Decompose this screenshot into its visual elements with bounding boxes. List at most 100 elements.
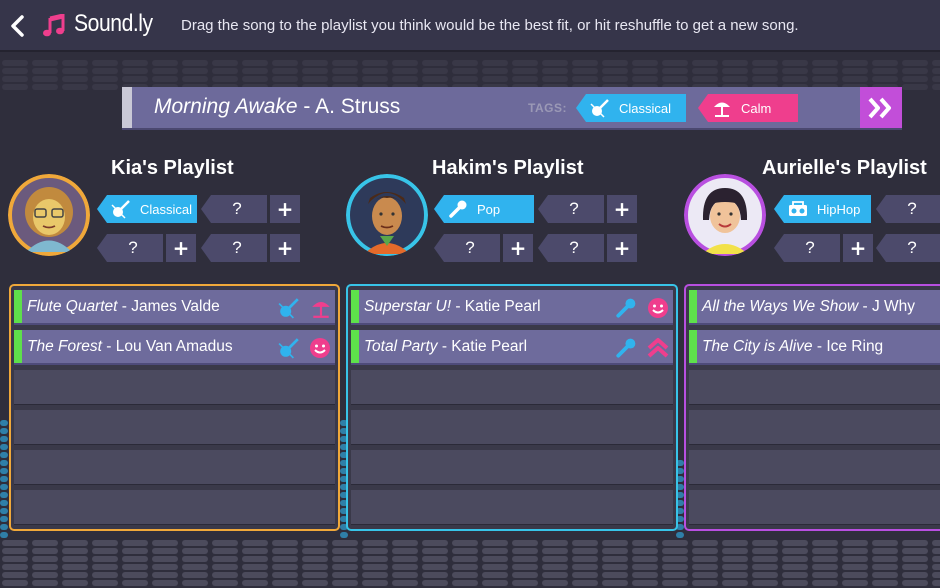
empty-song-slot[interactable] [351, 490, 673, 525]
equalizer-bar [422, 68, 448, 74]
empty-tag-slot[interactable]: ? [876, 195, 940, 223]
empty-song-slot[interactable] [14, 490, 335, 525]
empty-song-slot[interactable] [351, 370, 673, 405]
add-tag-button[interactable]: + [166, 234, 196, 262]
playlist-song-row[interactable]: All the Ways We Show - J Why [689, 290, 940, 325]
equalizer-bar [602, 540, 628, 546]
equalizer-bar [272, 60, 298, 66]
empty-song-slot[interactable] [14, 410, 335, 445]
empty-song-slot[interactable] [14, 370, 335, 405]
beach-umbrella-icon [714, 102, 730, 117]
equalizer-bar [722, 556, 748, 562]
empty-tag-slot[interactable]: ? + [538, 195, 637, 223]
equalizer-bar [332, 556, 358, 562]
empty-song-slot[interactable] [14, 450, 335, 485]
song-row-bar [14, 290, 22, 323]
empty-tag-slot[interactable]: ? + [97, 234, 196, 262]
playlist-song-row[interactable]: Superstar U! - Katie Pearl [351, 290, 673, 325]
equalizer-bar [872, 540, 898, 546]
add-tag-button[interactable]: + [270, 195, 300, 223]
equalizer-bar [152, 564, 178, 570]
reshuffle-button[interactable] [860, 87, 902, 128]
equalizer-bar [872, 556, 898, 562]
equalizer-bar [902, 76, 928, 82]
empty-song-slot[interactable] [351, 410, 673, 445]
equalizer-bar [32, 68, 58, 74]
empty-song-slot[interactable] [351, 450, 673, 485]
empty-song-slot[interactable] [689, 490, 940, 525]
add-tag-button[interactable]: + [607, 234, 637, 262]
equalizer-bar [722, 68, 748, 74]
equalizer-bar [302, 556, 328, 562]
equalizer-bar [662, 60, 688, 66]
add-tag-button[interactable]: + [607, 195, 637, 223]
equalizer-bar [32, 84, 58, 90]
empty-song-slot[interactable] [689, 410, 940, 445]
equalizer-bar [32, 580, 58, 586]
playlist-kia[interactable]: Flute Quartet - James Valde The Forest -… [9, 284, 340, 531]
equalizer-bar [62, 84, 88, 90]
equalizer-bar [782, 580, 808, 586]
equalizer-bar [452, 556, 478, 562]
current-song-artist: - A. Struss [297, 95, 401, 118]
playlist-hakim[interactable]: Superstar U! - Katie Pearl Total Party -… [346, 284, 678, 531]
drag-handle[interactable] [122, 87, 132, 128]
equalizer-bar [812, 68, 838, 74]
equalizer-bar [272, 564, 298, 570]
equalizer-bar [902, 564, 928, 570]
playlist-song-row[interactable]: The Forest - Lou Van Amadus [14, 330, 335, 365]
playlist-song-row[interactable]: Total Party - Katie Pearl [351, 330, 673, 365]
playlist-song-row[interactable]: Flute Quartet - James Valde [14, 290, 335, 325]
equalizer-bar [512, 68, 538, 74]
equalizer-bar [812, 556, 838, 562]
equalizer-bar [0, 500, 8, 506]
equalizer-bar [0, 516, 8, 522]
playlist-tag-label: Classical [140, 201, 193, 217]
equalizer-bar [62, 548, 88, 554]
add-tag-button[interactable]: + [503, 234, 533, 262]
equalizer-bar [632, 556, 658, 562]
empty-tag-slot[interactable]: ? + [201, 195, 300, 223]
equalizer-bar [512, 60, 538, 66]
equalizer-bar [0, 492, 8, 498]
equalizer-bar [392, 572, 418, 578]
current-song-card[interactable]: Morning Awake - A. Struss TAGS: Classica… [122, 87, 902, 128]
empty-song-slot[interactable] [689, 450, 940, 485]
current-song-label: Morning Awake - A. Struss [154, 95, 400, 119]
equalizer-bar [182, 564, 208, 570]
add-tag-button[interactable]: + [843, 234, 873, 262]
equalizer-bar [332, 548, 358, 554]
equalizer-bar [632, 68, 658, 74]
equalizer-bar [362, 540, 388, 546]
equalizer-bar [512, 548, 538, 554]
back-arrow-icon[interactable] [8, 14, 28, 38]
song-row-artist: - James Valde [117, 298, 220, 315]
equalizer-bar [362, 556, 388, 562]
equalizer-bar [542, 580, 568, 586]
equalizer-bar [92, 556, 118, 562]
empty-tag-slot[interactable]: ? [876, 234, 940, 262]
empty-tag-slot[interactable]: ? + [538, 234, 637, 262]
empty-song-slot[interactable] [689, 370, 940, 405]
equalizer-bar [722, 564, 748, 570]
equalizer-bar [92, 540, 118, 546]
aurielle-portrait [684, 174, 766, 256]
add-tag-button[interactable]: + [270, 234, 300, 262]
equalizer-bar [722, 76, 748, 82]
equalizer-bar [932, 572, 940, 578]
unknown-tag: ? [201, 195, 267, 223]
empty-tag-slot[interactable]: ? + [774, 234, 873, 262]
song-row-label: Superstar U! - Katie Pearl [364, 298, 541, 316]
smiley-icon [310, 338, 330, 358]
empty-tag-slot[interactable]: ? + [201, 234, 300, 262]
playlist-aurielle[interactable]: All the Ways We Show - J Why The City is… [684, 284, 940, 531]
song-tag-calm: Calm [698, 94, 798, 122]
equalizer-bar [662, 564, 688, 570]
equalizer-bar [842, 60, 868, 66]
equalizer-bar [902, 572, 928, 578]
playlist-tag-label: Pop [477, 201, 501, 217]
playlist-song-row[interactable]: The City is Alive - Ice Ring [689, 330, 940, 365]
equalizer-bar [332, 540, 358, 546]
equalizer-bar [212, 548, 238, 554]
empty-tag-slot[interactable]: ? + [434, 234, 533, 262]
